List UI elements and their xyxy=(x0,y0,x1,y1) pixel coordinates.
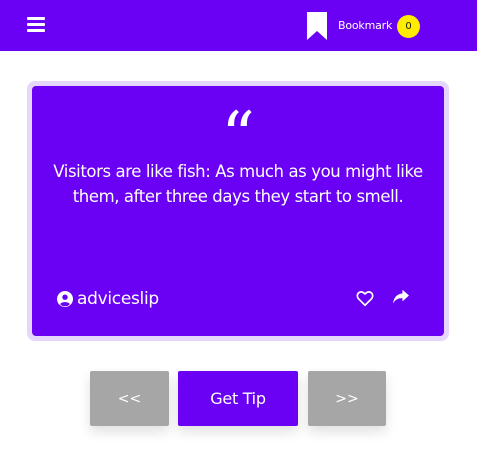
top-navbar: Bookmark 0 xyxy=(0,0,477,51)
previous-tip-button[interactable]: << xyxy=(90,371,169,426)
hamburger-menu-icon[interactable] xyxy=(27,17,45,33)
quote-mark-icon: “ xyxy=(221,98,255,175)
bookmark-label: Bookmark xyxy=(338,19,393,32)
get-tip-button[interactable]: Get Tip xyxy=(178,371,298,426)
author: adviceslip xyxy=(57,288,159,310)
quote-card: “ Visitors are like fish: As much as you… xyxy=(32,86,444,336)
author-name: adviceslip xyxy=(77,289,159,309)
quote-text: Visitors are like fish: As much as you m… xyxy=(53,162,423,206)
bookmark-button[interactable]: Bookmark 0 xyxy=(305,12,425,40)
bookmark-icon xyxy=(307,12,327,40)
share-arrow-icon[interactable] xyxy=(392,289,410,305)
bookmark-count-badge: 0 xyxy=(397,15,420,38)
next-tip-button[interactable]: >> xyxy=(308,371,386,426)
heart-outline-icon[interactable] xyxy=(356,290,374,307)
user-circle-icon xyxy=(57,291,73,307)
